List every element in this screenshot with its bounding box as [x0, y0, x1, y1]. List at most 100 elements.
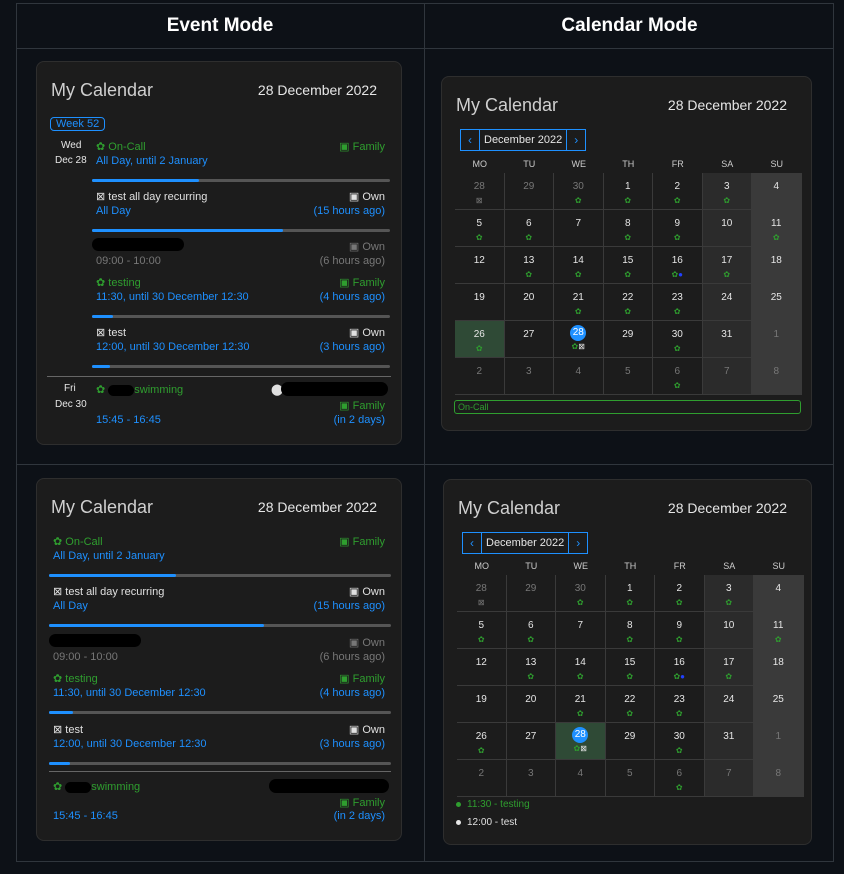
event-item[interactable]: ✿ On-Call — [53, 535, 103, 548]
calendar-day[interactable]: 18 — [754, 649, 804, 686]
calendar-day[interactable]: 3 ✿ — [704, 575, 754, 612]
calendar-day[interactable]: 25 — [754, 686, 804, 723]
calendar-day[interactable]: 18 — [752, 247, 802, 284]
calendar-day[interactable]: 4 — [754, 575, 804, 612]
calendar-day[interactable]: 26 ✿ — [455, 321, 505, 358]
calendar-day[interactable]: 26 ✿ — [457, 723, 507, 760]
calendar-day[interactable]: 16 ✿● — [653, 247, 703, 284]
calendar-day[interactable]: 6 ✿ — [653, 358, 703, 395]
calendar-day[interactable]: 8 — [752, 358, 802, 395]
calendar-day[interactable]: 7 — [702, 358, 752, 395]
calendar-day[interactable]: 15 ✿ — [603, 247, 653, 284]
calendar-day[interactable]: 12 — [457, 649, 507, 686]
calendar-day[interactable]: 21 ✿ — [556, 686, 606, 723]
calendar-day[interactable]: 27 — [504, 321, 554, 358]
calendar-day[interactable]: 29 — [605, 723, 655, 760]
calendar-day[interactable]: 14 ✿ — [554, 247, 604, 284]
calendar-day[interactable]: 2 — [455, 358, 505, 395]
calendar-day[interactable]: 30 ✿ — [655, 723, 705, 760]
calendar-day[interactable]: 27 — [506, 723, 556, 760]
calendar-day[interactable]: 22 ✿ — [603, 284, 653, 321]
calendar-day[interactable]: 19 — [457, 686, 507, 723]
calendar-day[interactable]: 28 ✿⊠ — [554, 321, 604, 358]
calendar-day[interactable]: 17 ✿ — [702, 247, 752, 284]
calendar-day[interactable]: 20 — [506, 686, 556, 723]
next-month-button[interactable]: › — [566, 129, 587, 151]
calendar-day[interactable]: 15 ✿ — [605, 649, 655, 686]
calendar-day[interactable]: 6 ✿ — [506, 612, 556, 649]
calendar-day[interactable]: 10 — [704, 612, 754, 649]
event-item[interactable]: ✿ swimming — [53, 780, 140, 793]
event-item[interactable]: ⊠ test all day recurring — [53, 585, 164, 598]
calendar-day[interactable]: 16 ✿● — [655, 649, 705, 686]
event-item[interactable]: ✿ testing — [53, 672, 98, 685]
calendar-day[interactable]: 3 — [506, 760, 556, 797]
calendar-day[interactable]: 21 ✿ — [554, 284, 604, 321]
calendar-day[interactable]: 2 ✿ — [655, 575, 705, 612]
event-item[interactable]: ✿ testing — [96, 276, 141, 289]
calendar-day[interactable]: 3 — [504, 358, 554, 395]
calendar-day[interactable]: 1 — [754, 723, 804, 760]
calendar-day[interactable]: 23 ✿ — [653, 284, 703, 321]
calendar-day[interactable]: 9 ✿ — [655, 612, 705, 649]
calendar-day[interactable]: 7 — [556, 612, 606, 649]
prev-month-button[interactable]: ‹ — [460, 129, 480, 151]
event-item[interactable]: ✿ On-Call — [96, 140, 146, 153]
calendar-day[interactable]: 11 ✿ — [752, 210, 802, 247]
calendar-day[interactable]: 10 — [702, 210, 752, 247]
calendar-day[interactable]: 8 — [754, 760, 804, 797]
calendar-day[interactable]: 29 — [504, 173, 554, 210]
calendar-day[interactable]: 1 — [752, 321, 802, 358]
calendar-day[interactable]: 5 ✿ — [457, 612, 507, 649]
calendar-day[interactable]: 23 ✿ — [655, 686, 705, 723]
calendar-day[interactable]: 9 ✿ — [653, 210, 703, 247]
calendar-day[interactable]: 6 ✿ — [504, 210, 554, 247]
calendar-day[interactable]: 31 — [704, 723, 754, 760]
next-month-button[interactable]: › — [568, 532, 589, 554]
calendar-day[interactable]: 17 ✿ — [704, 649, 754, 686]
calendar-day[interactable]: 2 — [457, 760, 507, 797]
calendar-day[interactable]: 8 ✿ — [603, 210, 653, 247]
calendar-day[interactable]: 14 ✿ — [556, 649, 606, 686]
calendar-day[interactable]: 28 ✿⊠ — [556, 723, 606, 760]
calendar-day[interactable]: 5 — [605, 760, 655, 797]
calendar-day[interactable]: 3 ✿ — [702, 173, 752, 210]
day-event-item[interactable]: 12:00 - test — [456, 817, 517, 828]
calendar-day[interactable]: 19 — [455, 284, 505, 321]
event-item[interactable]: ✿ swimming — [96, 383, 183, 396]
calendar-day[interactable]: 12 — [455, 247, 505, 284]
calendar-day[interactable]: 30 ✿ — [653, 321, 703, 358]
calendar-day[interactable]: 29 — [506, 575, 556, 612]
event-item[interactable]: ⊠ test — [96, 326, 126, 339]
calendar-day[interactable]: 28 ⊠ — [455, 173, 505, 210]
calendar-day[interactable]: 5 — [603, 358, 653, 395]
calendar-day[interactable]: 2 ✿ — [653, 173, 703, 210]
event-item[interactable]: ⊠ test — [53, 723, 83, 736]
calendar-day[interactable]: 8 ✿ — [605, 612, 655, 649]
calendar-day[interactable]: 25 — [752, 284, 802, 321]
calendar-day[interactable]: 13 ✿ — [504, 247, 554, 284]
calendar-day[interactable]: 1 ✿ — [605, 575, 655, 612]
calendar-day[interactable]: 4 — [554, 358, 604, 395]
calendar-day[interactable]: 13 ✿ — [506, 649, 556, 686]
calendar-day[interactable]: 28 ⊠ — [457, 575, 507, 612]
calendar-day[interactable]: 24 — [702, 284, 752, 321]
calendar-day[interactable]: 4 — [752, 173, 802, 210]
calendar-day[interactable]: 30 ✿ — [556, 575, 606, 612]
day-event-item[interactable]: 11:30 - testing — [456, 799, 530, 810]
prev-month-button[interactable]: ‹ — [462, 532, 482, 554]
calendar-day[interactable]: 5 ✿ — [455, 210, 505, 247]
calendar-day[interactable]: 4 — [556, 760, 606, 797]
calendar-day[interactable]: 22 ✿ — [605, 686, 655, 723]
calendar-day[interactable]: 1 ✿ — [603, 173, 653, 210]
event-item[interactable]: ⊠ test all day recurring — [96, 190, 207, 203]
calendar-day[interactable]: 31 — [702, 321, 752, 358]
calendar-day[interactable]: 29 — [603, 321, 653, 358]
calendar-day[interactable]: 11 ✿ — [754, 612, 804, 649]
calendar-day[interactable]: 7 — [704, 760, 754, 797]
calendar-day[interactable]: 30 ✿ — [554, 173, 604, 210]
calendar-day[interactable]: 24 — [704, 686, 754, 723]
calendar-day[interactable]: 7 — [554, 210, 604, 247]
calendar-day[interactable]: 6 ✿ — [655, 760, 705, 797]
calendar-day[interactable]: 20 — [504, 284, 554, 321]
